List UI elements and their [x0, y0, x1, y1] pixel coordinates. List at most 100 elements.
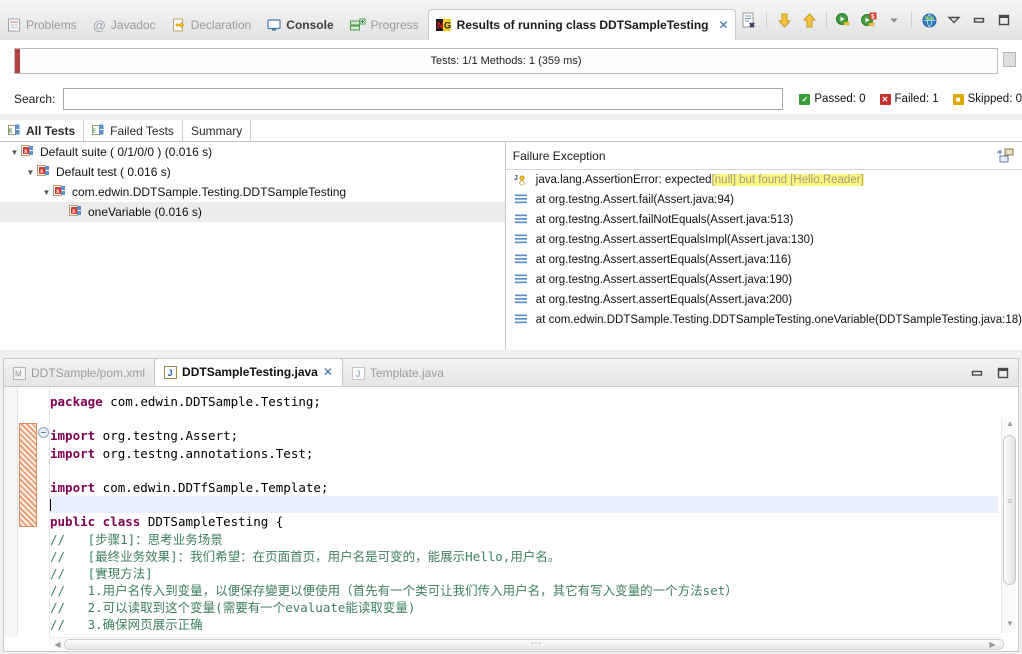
- progress-stop-box[interactable]: [1003, 52, 1016, 67]
- progress-area: Tests: 1/1 Methods: 1 (359 ms): [0, 40, 1022, 84]
- minimize-icon[interactable]: [967, 7, 991, 33]
- editor-tab-label: DDTSample/pom.xml: [31, 366, 146, 380]
- scroll-left-arrow-icon[interactable]: ◀: [52, 640, 63, 650]
- code-lines[interactable]: package com.edwin.DDTSample.Testing; imp…: [50, 387, 998, 637]
- editor-tab-pom-xml[interactable]: M DDTSample/pom.xml: [4, 360, 154, 386]
- view-tab-bar: Problems @ Javadoc Declaration Console P…: [0, 0, 1022, 40]
- view-menu-chevron-icon[interactable]: [882, 7, 906, 33]
- stack-frame-row[interactable]: at org.testng.Assert.failNotEquals(Asser…: [506, 210, 1022, 230]
- stack-frame-row[interactable]: at org.testng.Assert.assertEquals(Assert…: [506, 270, 1022, 290]
- view-tab-problems[interactable]: Problems: [0, 10, 86, 40]
- view-tab-label: Progress: [370, 18, 419, 32]
- tab-summary[interactable]: Summary: [183, 120, 252, 141]
- tree-node-test-class[interactable]: ▼ x com.edwin.DDTSample.Testing.DDTSampl…: [0, 182, 505, 202]
- stack-frame-row[interactable]: at org.testng.Assert.fail(Assert.java:94…: [506, 190, 1022, 210]
- skipped-status-icon: ■: [952, 93, 964, 105]
- maven-file-icon: M: [13, 366, 26, 380]
- minimize-arrow-icon[interactable]: [942, 7, 966, 33]
- console-icon: [267, 18, 281, 32]
- tab-label: All Tests: [26, 123, 76, 138]
- failed-suite-icon: x: [21, 145, 36, 159]
- view-tab-javadoc[interactable]: @ Javadoc: [86, 10, 165, 40]
- editor-tab-label: DDTSampleTesting.java: [182, 365, 318, 379]
- toolbar-separator: [826, 12, 827, 28]
- editor-tab-ddtsampletesting-java[interactable]: J DDTSampleTesting.java ✕: [154, 359, 343, 386]
- view-tab-label: Results of running class DDTSampleTestin…: [456, 18, 709, 32]
- view-tab-label: Declaration: [190, 18, 252, 32]
- view-tab-declaration[interactable]: Declaration: [165, 10, 261, 40]
- tab-label: Failed Tests: [110, 123, 174, 138]
- close-icon[interactable]: ✕: [323, 365, 333, 379]
- editor-maximize-icon[interactable]: [996, 366, 1010, 380]
- code-line: import com.edwin.DDTfSample.Template;: [50, 479, 329, 495]
- stack-frame-label: at org.testng.Assert.assertEqualsImpl(As…: [535, 234, 814, 246]
- scroll-right-arrow-icon[interactable]: ▶: [987, 640, 998, 650]
- stack-frame-label: at org.testng.Assert.assertEquals(Assert…: [535, 254, 792, 266]
- vertical-scroll-thumb[interactable]: [1003, 435, 1016, 585]
- java-file-icon: J: [164, 365, 178, 379]
- progress-status-text: Tests: 1/1 Methods: 1 (359 ms): [430, 55, 582, 67]
- exception-header-row[interactable]: J java.lang.AssertionError: expected [nu…: [506, 170, 1022, 190]
- test-tree: ▼ x Default suite ( 0/1/0/0 ) (0.016 s) …: [0, 142, 505, 350]
- expand-arrow-icon[interactable]: ▼: [8, 148, 21, 157]
- code-editor[interactable]: package com.edwin.DDTSample.Testing; imp…: [4, 387, 1018, 651]
- editor-horizontal-scrollbar[interactable]: ◀ ▶: [50, 636, 1004, 650]
- view-tab-progress[interactable]: Progress: [343, 10, 428, 40]
- tab-all-tests[interactable]: E All Tests: [0, 120, 85, 141]
- progress-icon: [349, 18, 366, 32]
- scroll-up-arrow-icon[interactable]: ▲: [1004, 419, 1016, 431]
- compare-layout-icon[interactable]: [996, 148, 1014, 164]
- failed-counter: ✕ Failed: 1: [879, 93, 939, 105]
- eclipse-window: Problems @ Javadoc Declaration Console P…: [0, 0, 1022, 654]
- tree-node-label: oneVariable (0.016 s): [88, 205, 202, 219]
- close-icon[interactable]: ✕: [719, 18, 729, 32]
- open-report-icon[interactable]: [917, 7, 941, 33]
- result-counters: ✓ Passed: 0 ✕ Failed: 1 ■ Skipped: 0: [799, 93, 1022, 105]
- clear-results-icon[interactable]: [737, 7, 761, 33]
- stack-frame-row[interactable]: at org.testng.Assert.assertEquals(Assert…: [506, 250, 1022, 270]
- expand-arrow-icon[interactable]: ▼: [24, 168, 37, 177]
- rerun-icon[interactable]: [832, 7, 856, 33]
- editor-box: M DDTSample/pom.xml J DDTSampleTesting.j…: [3, 358, 1019, 652]
- search-input[interactable]: [63, 88, 784, 110]
- editor-minimize-icon[interactable]: [970, 366, 984, 380]
- code-line: // 1.用户名传入到变量，以便保存變更以便使用（首先有一个类可让我们传入用户名…: [50, 583, 738, 599]
- search-row: Search: ✓ Passed: 0 ✕ Failed: 1 ■ Skippe…: [0, 84, 1022, 114]
- testng-icon: N G: [435, 18, 452, 33]
- view-tab-testng-results[interactable]: N G Results of running class DDTSampleTe…: [427, 9, 736, 40]
- previous-failure-icon[interactable]: [797, 7, 821, 33]
- rerun-failed-icon[interactable]: $: [857, 7, 881, 33]
- tab-failed-tests[interactable]: E Failed Tests: [84, 120, 183, 141]
- stack-frame-row[interactable]: at org.testng.Assert.assertEqualsImpl(As…: [506, 230, 1022, 250]
- stack-frame-label: at com.edwin.DDTSample.Testing.DDTSample…: [535, 314, 1022, 326]
- stack-frame-icon: [514, 273, 530, 287]
- code-line: package com.edwin.DDTSample.Testing;: [50, 394, 321, 409]
- expand-arrow-icon[interactable]: ▼: [40, 188, 53, 197]
- failed-status-icon: ✕: [879, 93, 891, 105]
- code-line: import org.testng.annotations.Test;: [50, 445, 314, 461]
- maximize-icon[interactable]: [992, 7, 1016, 33]
- java-file-icon: J: [351, 366, 365, 380]
- all-tests-icon: E: [8, 124, 22, 137]
- fold-collapse-icon[interactable]: [38, 427, 49, 438]
- editor-tab-template-java[interactable]: J Template.java: [343, 360, 453, 386]
- stack-frame-icon: [514, 213, 530, 227]
- exception-message-prefix: java.lang.AssertionError: expected: [535, 174, 712, 186]
- scroll-down-arrow-icon[interactable]: ▼: [1004, 619, 1016, 631]
- tree-node-default-suite[interactable]: ▼ x Default suite ( 0/1/0/0 ) (0.016 s): [0, 142, 505, 162]
- editor-vertical-scrollbar[interactable]: ▲ ▼: [1001, 417, 1016, 633]
- result-tab-bar: E All Tests E Failed Tests Summary: [0, 120, 1022, 142]
- tree-node-default-test[interactable]: ▼ x Default test ( 0.016 s): [0, 162, 505, 182]
- editor-annotation-ruler[interactable]: [4, 387, 18, 637]
- editor-folding-ruler[interactable]: [37, 387, 50, 637]
- stack-frame-icon: [514, 293, 530, 307]
- next-failure-icon[interactable]: [772, 7, 796, 33]
- stack-frame-icon: [514, 233, 530, 247]
- stack-frame-label: at org.testng.Assert.assertEquals(Assert…: [535, 274, 793, 286]
- exception-message-highlight: [null] but found [Hello,Reader]: [711, 174, 864, 186]
- stack-frame-row[interactable]: at com.edwin.DDTSample.Testing.DDTSample…: [506, 310, 1022, 330]
- horizontal-scroll-thumb[interactable]: [64, 636, 1004, 650]
- view-tab-console[interactable]: Console: [260, 10, 342, 40]
- stack-frame-row[interactable]: at org.testng.Assert.assertEquals(Assert…: [506, 290, 1022, 310]
- tree-node-one-variable[interactable]: x oneVariable (0.016 s): [0, 202, 505, 222]
